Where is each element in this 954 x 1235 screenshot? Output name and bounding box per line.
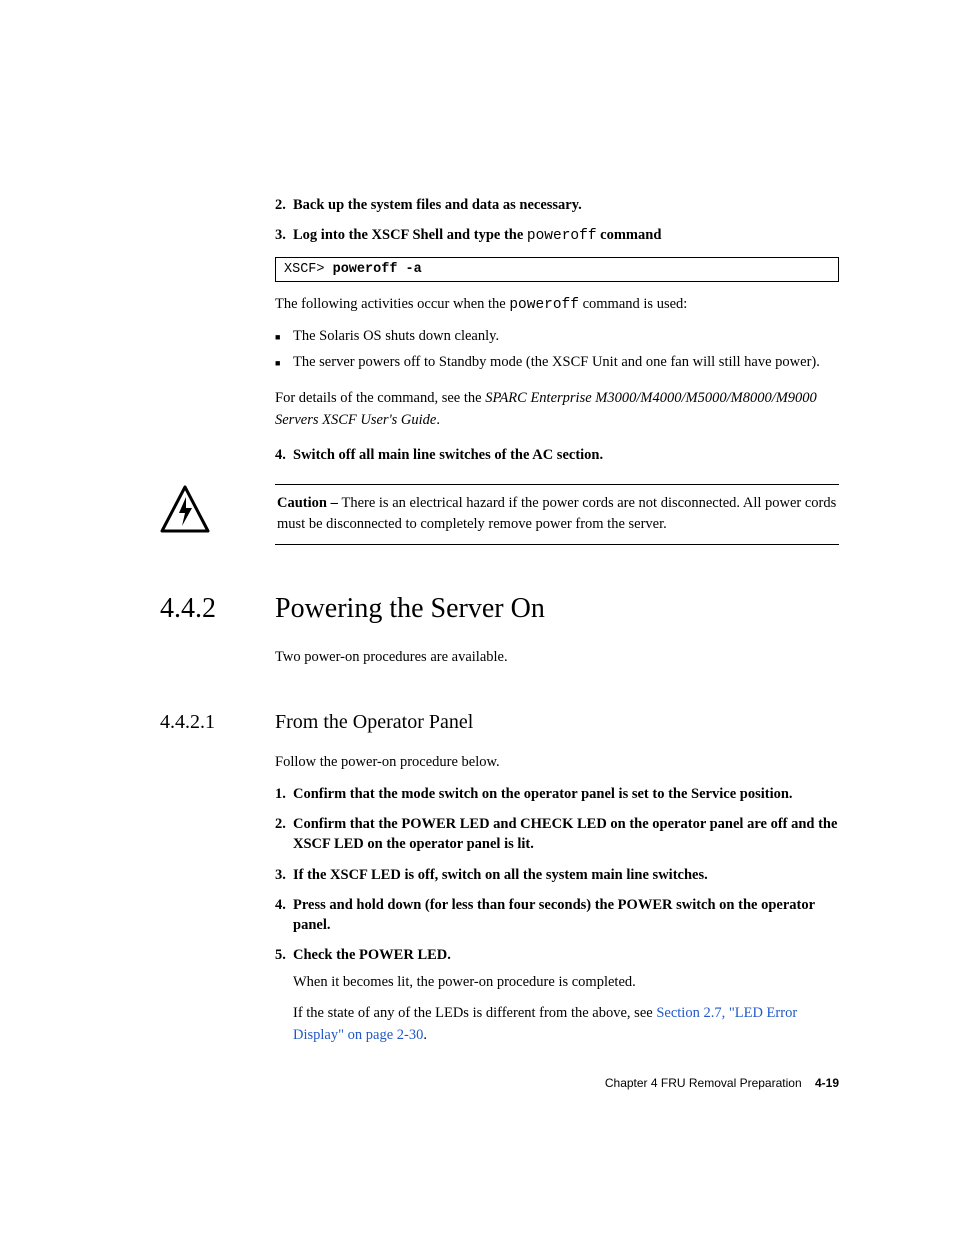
step-text: Log into the XSCF Shell and type the pow… [293, 225, 839, 246]
section-heading: 4.4.2 Powering the Server On [160, 593, 839, 625]
step-body: When it becomes lit, the power-on proced… [293, 972, 839, 994]
step-2: 2. Back up the system files and data as … [275, 195, 839, 215]
bullet-text: The server powers off to Standby mode (t… [293, 352, 839, 374]
paragraph: Two power-on procedures are available. [275, 647, 839, 669]
page-number: 4-19 [815, 1076, 839, 1090]
step-1: 1. Confirm that the mode switch on the o… [275, 784, 839, 804]
bullet-marker-icon: ■ [275, 352, 293, 374]
step-2: 2. Confirm that the POWER LED and CHECK … [275, 814, 839, 855]
subsection-title: From the Operator Panel [275, 711, 473, 734]
paragraph: Follow the power-on procedure below. [275, 752, 839, 774]
subsection-number: 4.4.2.1 [160, 711, 275, 734]
bullet-marker-icon: ■ [275, 326, 293, 348]
section-title: Powering the Server On [275, 593, 545, 625]
step-4: 4. Switch off all main line switches of … [275, 445, 839, 465]
subsection-heading: 4.4.2.1 From the Operator Panel [160, 711, 839, 734]
step-text: Check the POWER LED. [293, 945, 839, 965]
para-pre: The following activities occur when the [275, 296, 509, 312]
caution-block: Caution – There is an electrical hazard … [160, 484, 839, 546]
code-box: XSCF> poweroff -a [275, 257, 839, 282]
para-pre: For details of the command, see the [275, 390, 485, 406]
step-text: Back up the system files and data as nec… [293, 195, 839, 215]
step-text: Press and hold down (for less than four … [293, 895, 839, 936]
step-number: 5. [275, 945, 293, 965]
step-3: 3. If the XSCF LED is off, switch on all… [275, 865, 839, 885]
step-prefix: Log into the XSCF Shell and type the [293, 227, 527, 243]
caution-label: Caution – [277, 495, 341, 511]
bullet-item: ■ The server powers off to Standby mode … [275, 352, 839, 374]
step-text: If the XSCF LED is off, switch on all th… [293, 865, 839, 885]
body-pre: If the state of any of the LEDs is diffe… [293, 1005, 656, 1021]
step-3: 3. Log into the XSCF Shell and type the … [275, 225, 839, 246]
caution-text-box: Caution – There is an electrical hazard … [275, 484, 839, 546]
step-4: 4. Press and hold down (for less than fo… [275, 895, 839, 936]
step-number: 3. [275, 225, 293, 246]
step-number: 4. [275, 895, 293, 936]
electrical-hazard-icon [160, 484, 210, 534]
step-text: Confirm that the mode switch on the oper… [293, 784, 839, 804]
paragraph: For details of the command, see the SPAR… [275, 388, 839, 432]
paragraph: The following activities occur when the … [275, 294, 839, 317]
step-number: 2. [275, 814, 293, 855]
step-text: Confirm that the POWER LED and CHECK LED… [293, 814, 839, 855]
step-number: 2. [275, 195, 293, 215]
para-post: command is used: [579, 296, 687, 312]
code-inline: poweroff [509, 297, 579, 313]
step-number: 1. [275, 784, 293, 804]
bullet-text: The Solaris OS shuts down cleanly. [293, 326, 839, 348]
caution-text: There is an electrical hazard if the pow… [277, 495, 836, 533]
step-5: 5. Check the POWER LED. [275, 945, 839, 965]
command: poweroff -a [333, 262, 422, 277]
code-inline: poweroff [527, 228, 597, 244]
step-number: 3. [275, 865, 293, 885]
para-post: . [436, 412, 440, 428]
page-footer: Chapter 4 FRU Removal Preparation 4-19 [605, 1076, 839, 1090]
step-suffix: command [597, 227, 662, 243]
section-number: 4.4.2 [160, 593, 275, 625]
bullet-item: ■ The Solaris OS shuts down cleanly. [275, 326, 839, 348]
prompt: XSCF> [284, 262, 333, 277]
chapter-label: Chapter 4 FRU Removal Preparation [605, 1076, 802, 1090]
step-number: 4. [275, 445, 293, 465]
step-text: Switch off all main line switches of the… [293, 445, 839, 465]
body-post: . [423, 1027, 427, 1043]
step-body: If the state of any of the LEDs is diffe… [293, 1003, 839, 1047]
